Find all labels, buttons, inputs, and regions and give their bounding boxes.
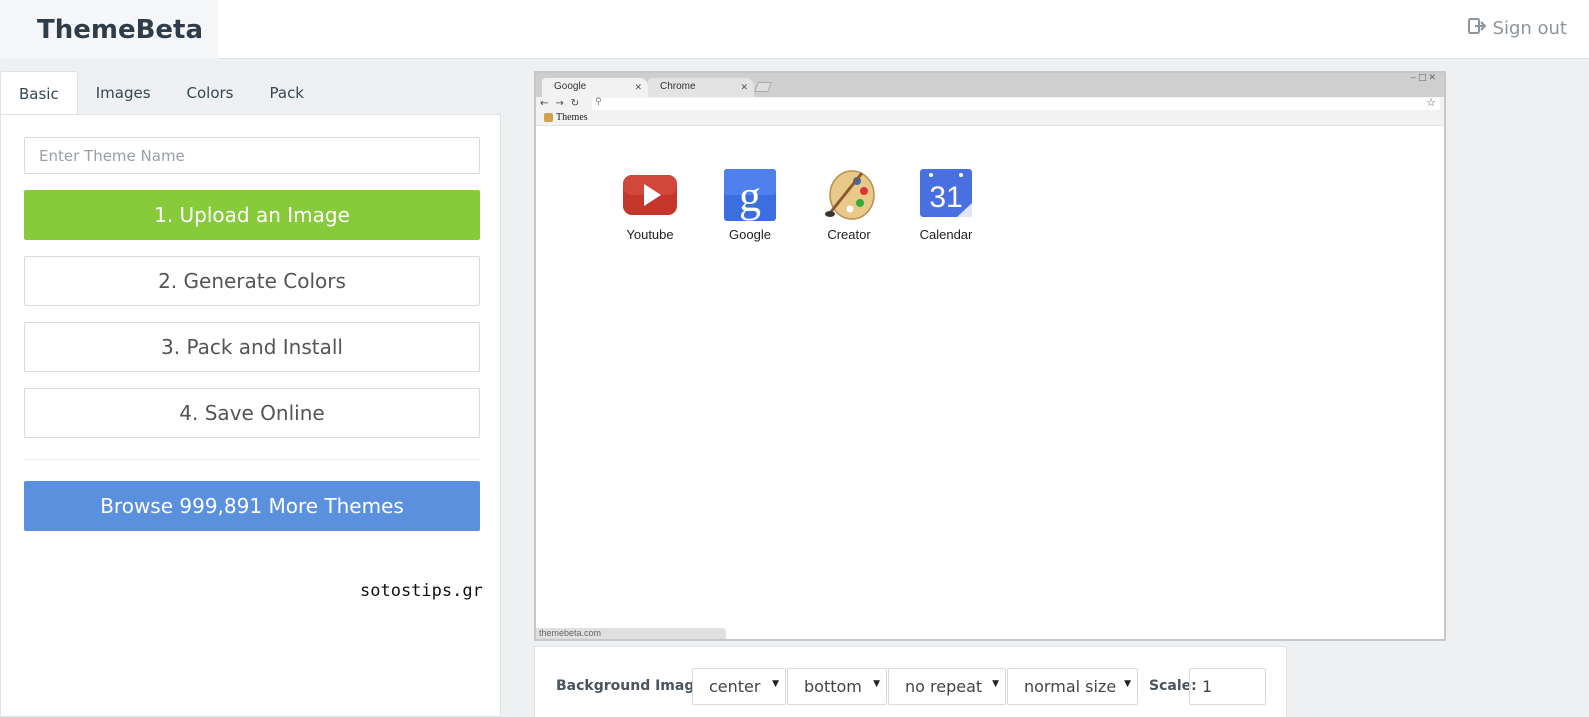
app-label: Youtube — [626, 227, 674, 242]
dropdown-arrow-icon: ▼ — [772, 679, 779, 689]
editor-tabs: Basic Images Colors Pack — [0, 71, 322, 115]
bookmark-label: Themes — [556, 112, 588, 123]
app-google: g Google — [710, 169, 790, 242]
pack-install-button[interactable]: 3. Pack and Install — [24, 322, 480, 372]
nav-buttons: ← → ↻ — [540, 98, 579, 109]
position-y-select[interactable]: bottom ▼ — [787, 668, 887, 705]
bookmark-item: Themes — [544, 112, 588, 123]
preview-status-bar: themebeta.com — [536, 628, 726, 639]
star-icon: ☆ — [1426, 96, 1436, 109]
calendar-icon: 31 — [919, 169, 973, 221]
window-controls-icon: ‒□✕ — [1410, 73, 1438, 83]
theme-editor-panel: Basic Images Colors Pack 1. Upload an Im… — [0, 71, 501, 717]
scale-input[interactable]: 1 — [1189, 668, 1266, 705]
preview-tab-label: Chrome — [660, 81, 696, 92]
calendar-day: 31 — [929, 181, 962, 214]
theme-preview: Google ✕ Chrome ✕ ‒□✕ ← → ↻ ⚲ ☆ Themes Y… — [534, 71, 1446, 641]
save-online-button[interactable]: 4. Save Online — [24, 388, 480, 438]
app-label: Creator — [827, 227, 871, 242]
theme-name-input[interactable] — [24, 137, 480, 174]
dropdown-arrow-icon: ▼ — [992, 679, 999, 689]
repeat-value: no repeat — [905, 677, 983, 696]
tab-pack[interactable]: Pack — [252, 71, 323, 115]
search-icon: ⚲ — [595, 97, 602, 107]
app-creator: Creator — [809, 169, 889, 242]
preview-omnibox: ⚲ ☆ — [592, 96, 1440, 110]
dropdown-arrow-icon: ▼ — [873, 679, 880, 689]
youtube-icon — [623, 169, 677, 221]
divider — [24, 459, 480, 460]
browse-themes-button[interactable]: Browse 999,891 More Themes — [24, 481, 480, 531]
svg-text:g: g — [739, 172, 761, 221]
reload-icon: ↻ — [570, 98, 580, 109]
app-calendar: 31 Calendar — [906, 169, 986, 242]
generate-colors-button[interactable]: 2. Generate Colors — [24, 256, 480, 306]
app-label: Google — [729, 227, 771, 242]
size-value: normal size — [1024, 677, 1117, 696]
new-tab-icon — [754, 82, 772, 92]
background-image-controls: Background Image: center ▼ bottom ▼ no r… — [534, 646, 1287, 717]
close-icon: ✕ — [634, 82, 642, 92]
forward-icon: → — [555, 98, 564, 109]
top-header: ThemeBeta Sign out — [0, 0, 1589, 59]
sign-out-label: Sign out — [1492, 18, 1567, 39]
sign-out-icon — [1467, 16, 1487, 41]
position-x-value: center — [709, 677, 761, 696]
basic-tab-content: 1. Upload an Image 2. Generate Colors 3.… — [0, 114, 501, 717]
preview-tab-google: Google ✕ — [542, 78, 648, 97]
app-youtube: Youtube — [610, 169, 690, 242]
bookmark-icon — [544, 113, 553, 122]
background-image-label: Background Image: — [556, 678, 710, 694]
brand-logo[interactable]: ThemeBeta — [0, 0, 218, 59]
upload-image-button[interactable]: 1. Upload an Image — [24, 190, 480, 240]
preview-tab-chrome: Chrome ✕ — [648, 78, 754, 97]
palette-icon — [822, 169, 876, 221]
position-y-value: bottom — [804, 677, 862, 696]
google-icon: g — [723, 169, 777, 221]
dropdown-arrow-icon: ▼ — [1124, 679, 1131, 689]
sign-out-link[interactable]: Sign out — [1467, 16, 1567, 41]
app-label: Calendar — [919, 227, 973, 242]
preview-tab-label: Google — [554, 81, 587, 92]
size-select[interactable]: normal size ▼ — [1007, 668, 1138, 705]
position-x-select[interactable]: center ▼ — [692, 668, 786, 705]
repeat-select[interactable]: no repeat ▼ — [888, 668, 1006, 705]
tab-colors[interactable]: Colors — [169, 71, 252, 115]
preview-bookmarks-bar: Themes — [536, 111, 1444, 126]
preview-toolbar: ← → ↻ ⚲ ☆ — [536, 96, 1444, 111]
back-icon: ← — [540, 98, 549, 109]
watermark-text: sotostips.gr — [360, 581, 483, 601]
tab-basic[interactable]: Basic — [0, 71, 78, 115]
tab-images[interactable]: Images — [78, 71, 169, 115]
preview-tabstrip: Google ✕ Chrome ✕ ‒□✕ — [536, 73, 1444, 97]
close-icon: ✕ — [740, 82, 748, 92]
